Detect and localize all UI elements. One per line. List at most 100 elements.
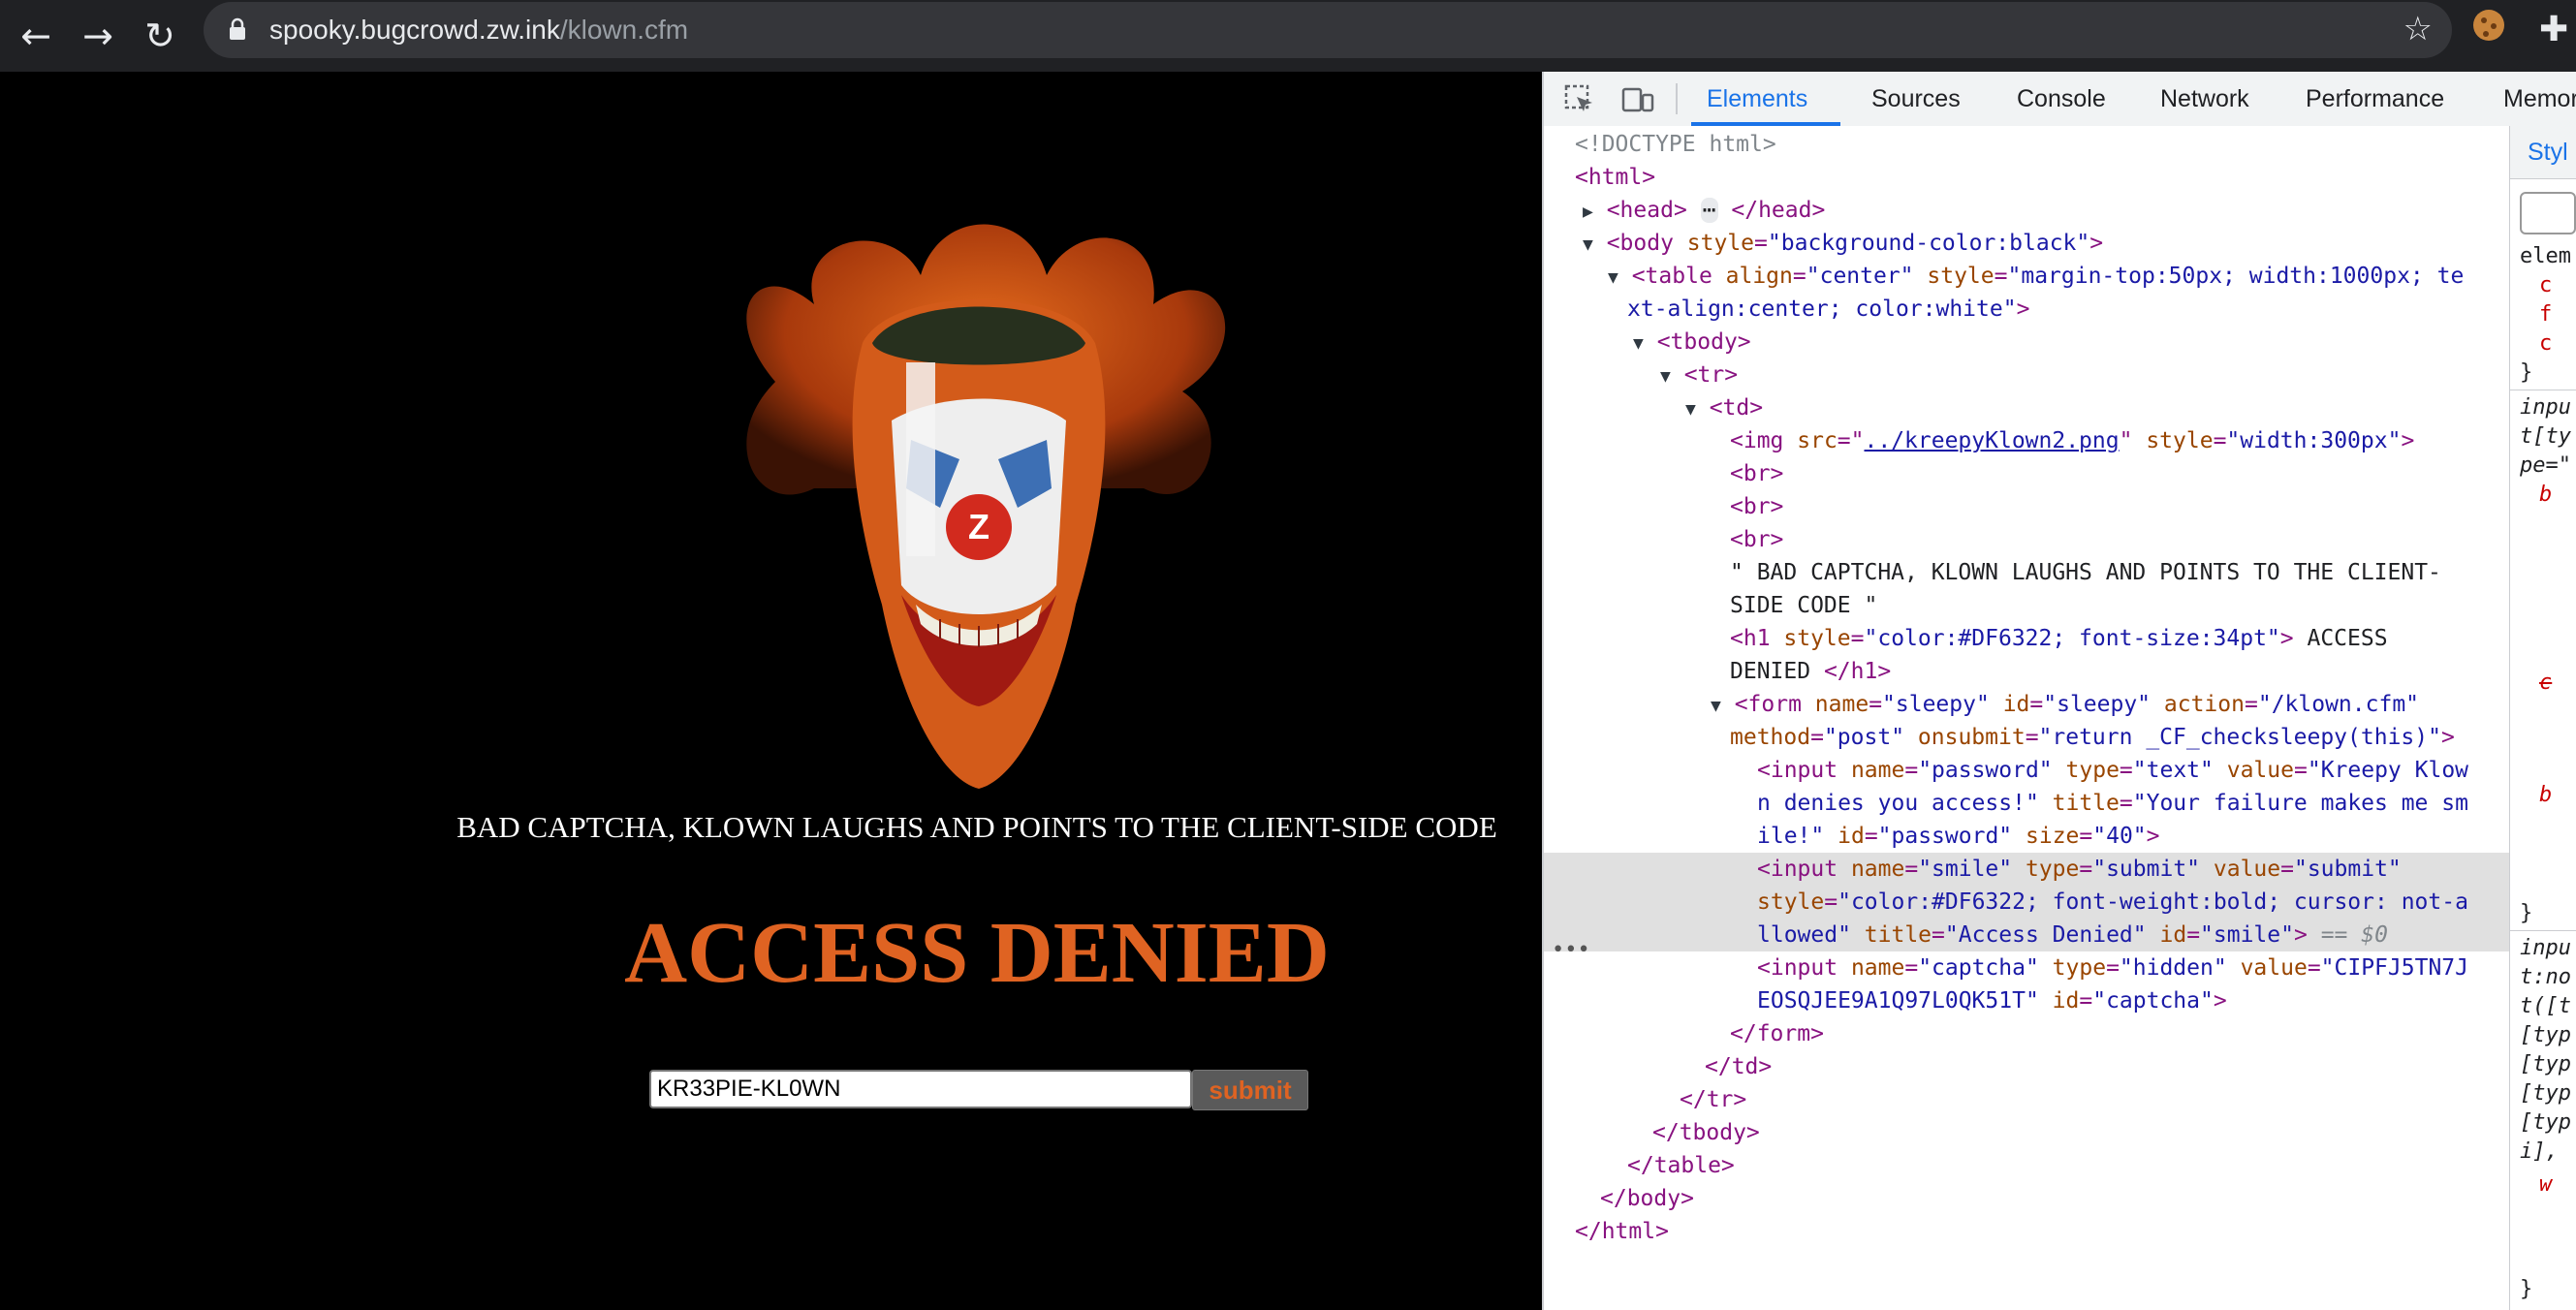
style-rule-fragment: elem — [2520, 244, 2571, 268]
table-tag: <table — [1631, 264, 1726, 289]
style-rule-fragment: i], — [2520, 1139, 2559, 1164]
form-close-tag: </form> — [1730, 1021, 1824, 1046]
url-host: spooky.bugcrowd.zw.ink — [269, 15, 560, 45]
dom-line[interactable]: </td> — [1544, 1050, 2509, 1083]
text-node: " BAD CAPTCHA, KLOWN LAUGHS AND POINTS T… — [1730, 560, 2441, 585]
dom-line[interactable]: </tr> — [1544, 1083, 2509, 1116]
dom-line[interactable]: </form> — [1544, 1017, 2509, 1050]
back-arrow-icon[interactable]: ← — [12, 12, 60, 60]
cookie-extension-icon[interactable] — [2473, 10, 2504, 41]
attr-name: src — [1797, 428, 1838, 453]
attr-name: style — [2146, 428, 2214, 453]
dom-line[interactable]: ▼ <body style="background-color:black"> — [1544, 227, 2509, 262]
dom-line[interactable]: <br> — [1544, 457, 2509, 490]
tab-elements[interactable]: Elements — [1707, 72, 1807, 126]
collapse-triangle-icon[interactable]: ▼ — [1633, 333, 1644, 354]
styles-filter-input[interactable] — [2520, 192, 2576, 234]
dom-line[interactable]: ▼ <tr> — [1544, 359, 2509, 393]
forward-arrow-icon[interactable]: → — [74, 12, 122, 60]
collapse-triangle-icon[interactable]: ▼ — [1711, 696, 1721, 716]
dom-line[interactable]: ▼ <td> — [1544, 391, 2509, 426]
dom-line[interactable]: DENIED </h1> — [1544, 655, 2509, 688]
dom-line[interactable]: " BAD CAPTCHA, KLOWN LAUGHS AND POINTS T… — [1544, 556, 2509, 589]
attr-value: "width:300px" — [2226, 428, 2402, 453]
dom-line[interactable]: </html> — [1544, 1215, 2509, 1248]
collapse-triangle-icon[interactable]: ▼ — [1583, 234, 1593, 255]
klown-image: Z — [746, 224, 1226, 789]
collapse-triangle-icon[interactable]: ▼ — [1685, 399, 1696, 420]
attr-value: "password" — [1918, 758, 2053, 783]
url-text: spooky.bugcrowd.zw.ink/klown.cfm — [269, 12, 688, 48]
attr-value: "smile" — [2200, 922, 2294, 948]
inspect-element-icon[interactable] — [1563, 83, 1596, 114]
tab-memory[interactable]: Memor — [2503, 72, 2576, 126]
ellipsis-icon[interactable]: ⋯ — [1700, 198, 1718, 223]
node-actions-ellipsis-icon[interactable]: ••• — [1552, 934, 1590, 967]
attr-value: "sleepy" — [1882, 692, 1990, 717]
dom-line[interactable]: <br> — [1544, 523, 2509, 556]
dom-line[interactable]: ▼ <tbody> — [1544, 326, 2509, 360]
style-rule-fragment: c — [2539, 273, 2553, 297]
dom-line[interactable]: <img src="../kreepyKlown2.png" style="wi… — [1544, 424, 2509, 457]
lock-icon — [230, 17, 245, 40]
dom-line[interactable]: <html> — [1544, 161, 2509, 194]
dom-line[interactable]: EOSQJEE9A1Q97L0QK51T" id="captcha"> — [1544, 984, 2509, 1017]
attr-value: EOSQJEE9A1Q97L0QK51T" — [1757, 988, 2039, 1014]
styles-tab-label: Styl — [2528, 139, 2568, 166]
dom-line[interactable]: ▼ <form name="sleepy" id="sleepy" action… — [1544, 688, 2509, 723]
style-rule-fragment: } — [2520, 1277, 2533, 1301]
tab-sources[interactable]: Sources — [1871, 72, 1961, 126]
submit-button[interactable]: submit — [1192, 1070, 1308, 1110]
attr-value: "post" — [1823, 725, 1905, 750]
table-close-tag: </table> — [1627, 1153, 1735, 1178]
dom-line[interactable]: ile!" id="password" size="40"> — [1544, 820, 2509, 853]
attr-value: "CIPFJ5TN7J — [2320, 955, 2468, 981]
attr-value: "submit" — [2293, 857, 2402, 882]
expand-triangle-icon[interactable]: ▶ — [1583, 202, 1593, 222]
dom-line[interactable]: </body> — [1544, 1182, 2509, 1215]
style-rule-fragment: [typ — [2520, 1052, 2571, 1076]
dom-line[interactable]: xt-align:center; color:white"> — [1544, 293, 2509, 326]
styles-pane: Styl elem c f c } inpu t[ty pe=" b c b }… — [2509, 126, 2576, 1310]
attr-value: "center" — [1806, 264, 1914, 289]
attr-value: "return _CF_checksleepy(this)" — [2038, 725, 2441, 750]
extensions-puzzle-icon[interactable]: ✚ — [2539, 10, 2568, 49]
dom-line[interactable]: </table> — [1544, 1149, 2509, 1182]
style-rule-fragment: b — [2539, 783, 2553, 807]
attr-value: n denies you access!" — [1757, 791, 2039, 816]
dom-line[interactable]: <h1 style="color:#DF6322; font-size:34pt… — [1544, 622, 2509, 655]
dom-line[interactable]: <br> — [1544, 490, 2509, 523]
tab-network[interactable]: Network — [2160, 72, 2249, 126]
dom-line[interactable]: ▶ <head> ⋯ </head> — [1544, 194, 2509, 229]
elements-dom-tree[interactable]: <!DOCTYPE html> <html> ▶ <head> ⋯ </head… — [1544, 126, 2509, 1310]
style-rule-fragment: t([t — [2520, 994, 2571, 1018]
collapse-triangle-icon[interactable]: ▼ — [1608, 267, 1618, 288]
dom-line[interactable]: method="post" onsubmit="return _CF_check… — [1544, 721, 2509, 754]
dom-line[interactable]: </tbody> — [1544, 1116, 2509, 1149]
device-toolbar-icon[interactable] — [1621, 83, 1654, 114]
address-bar[interactable]: spooky.bugcrowd.zw.ink/klown.cfm ☆ — [204, 2, 2452, 58]
style-rule-fragment: [typ — [2520, 1081, 2571, 1106]
collapse-triangle-icon[interactable]: ▼ — [1660, 366, 1671, 387]
dom-line[interactable]: ▼ <table align="center" style="margin-to… — [1544, 260, 2509, 295]
style-rule-fragment: [typ — [2520, 1110, 2571, 1135]
attr-value: "color:#DF6322; font-weight:bold; cursor… — [1838, 889, 2468, 915]
style-rule-fragment: t:no — [2520, 965, 2571, 989]
dom-line[interactable]: <!DOCTYPE html> — [1544, 128, 2509, 161]
dom-line[interactable]: SIDE CODE " — [1544, 589, 2509, 622]
styles-tab[interactable]: Styl — [2510, 126, 2576, 179]
password-input[interactable] — [649, 1070, 1192, 1108]
tab-console[interactable]: Console — [2017, 72, 2106, 126]
tab-performance[interactable]: Performance — [2306, 72, 2444, 126]
doctype: <!DOCTYPE html> — [1575, 132, 1776, 157]
body-tag: <body — [1606, 231, 1687, 256]
dom-line[interactable]: <input name="password" type="text" value… — [1544, 754, 2509, 787]
reload-icon[interactable]: ↻ — [136, 12, 184, 60]
selected-dom-line[interactable]: <input name="smile" type="submit" value=… — [1544, 853, 2509, 951]
bookmark-star-icon[interactable]: ☆ — [2403, 10, 2433, 48]
selected-node-marker: == $0 — [2307, 922, 2388, 948]
tabbar-divider — [1676, 83, 1678, 114]
dom-line[interactable]: n denies you access!" title="Your failur… — [1544, 787, 2509, 820]
dom-line[interactable]: <input name="captcha" type="hidden" valu… — [1544, 951, 2509, 984]
image-src-link[interactable]: ../kreepyKlown2.png — [1865, 428, 2120, 453]
